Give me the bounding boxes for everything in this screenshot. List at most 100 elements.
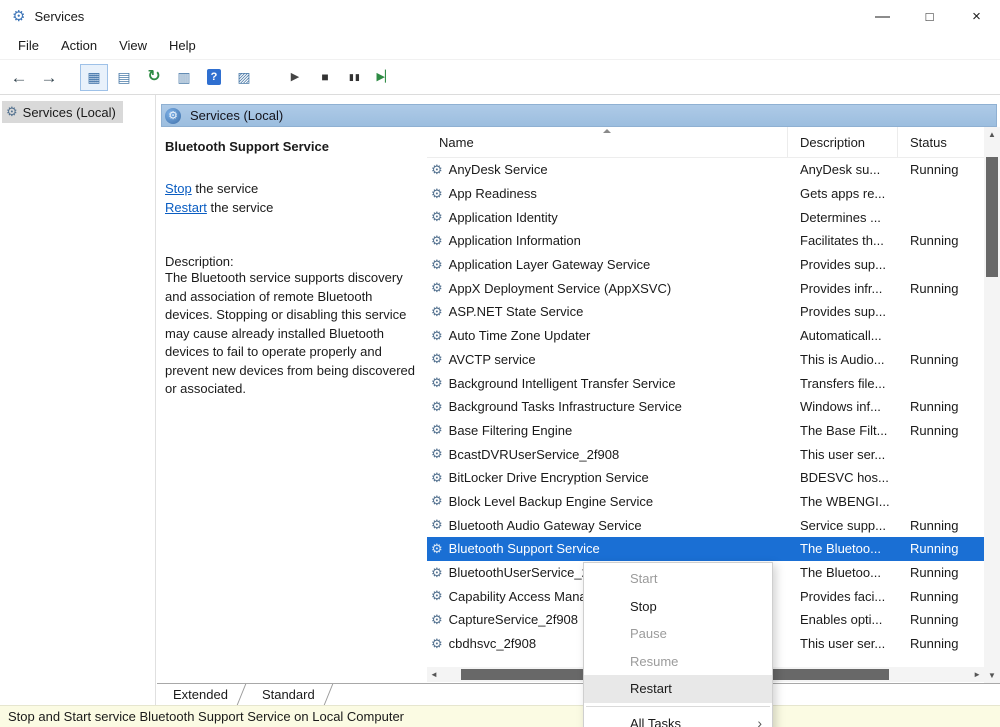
show-console-tree-icon: ▦: [87, 70, 100, 84]
menu-view[interactable]: View: [109, 34, 159, 57]
properties-button[interactable]: ▤: [110, 64, 138, 91]
table-row[interactable]: ⚙Block Level Backup Engine ServiceThe WB…: [427, 490, 984, 514]
extended-view-button[interactable]: ▨: [230, 64, 258, 91]
maximize-button[interactable]: □: [906, 0, 953, 32]
table-row[interactable]: ⚙Application InformationFacilitates th..…: [427, 229, 984, 253]
export-list-button[interactable]: ▥: [170, 64, 198, 91]
tab-strip: Extended Standard: [157, 683, 1000, 705]
table-row[interactable]: ⚙Base Filtering EngineThe Base Filt...Ru…: [427, 419, 984, 443]
service-description: BDESVC hos...: [788, 466, 898, 490]
restart-service-icon: ▶▏: [377, 72, 394, 83]
service-description: Transfers file...: [788, 371, 898, 395]
tab-extended[interactable]: Extended: [159, 684, 248, 705]
table-row[interactable]: ⚙BcastDVRUserService_2f908This user ser.…: [427, 442, 984, 466]
context-menu-item-stop[interactable]: Stop: [584, 593, 772, 621]
window-title: Services: [34, 9, 84, 24]
start-service-button[interactable]: ▶: [281, 64, 309, 91]
panel-header: ⚙ Services (Local): [161, 104, 997, 127]
table-row[interactable]: ⚙BitLocker Drive Encryption ServiceBDESV…: [427, 466, 984, 490]
service-description: The WBENGI...: [788, 490, 898, 514]
restart-service-button[interactable]: ▶▏: [371, 64, 399, 91]
service-name: Bluetooth Audio Gateway Service: [449, 518, 642, 533]
table-row[interactable]: ⚙App ReadinessGets apps re...: [427, 182, 984, 206]
menu-file[interactable]: File: [8, 34, 51, 57]
close-button[interactable]: ×: [953, 0, 1000, 32]
table-row[interactable]: ⚙Background Intelligent Transfer Service…: [427, 371, 984, 395]
vertical-scrollbar[interactable]: ▲ ▼: [984, 127, 1000, 683]
tab-label: Extended: [173, 687, 228, 702]
service-description: Enables opti...: [788, 608, 898, 632]
column-header-status[interactable]: Status: [898, 127, 984, 157]
back-button[interactable]: ←: [5, 64, 33, 91]
table-row[interactable]: ⚙Auto Time Zone UpdaterAutomaticall...: [427, 324, 984, 348]
service-name-cell: ⚙AnyDesk Service: [427, 158, 788, 182]
statusbar: Stop and Start service Bluetooth Support…: [0, 705, 1000, 727]
tab-standard[interactable]: Standard: [248, 684, 335, 705]
service-name: cbdhsvc_2f908: [449, 636, 536, 651]
service-gear-icon: ⚙: [431, 636, 443, 652]
table-row[interactable]: ⚙AppX Deployment Service (AppXSVC)Provid…: [427, 276, 984, 300]
menu-separator: [586, 706, 770, 707]
show-console-tree-button[interactable]: ▦: [80, 64, 108, 91]
start-service-icon: ▶: [291, 72, 299, 83]
service-gear-icon: ⚙: [431, 257, 443, 273]
refresh-button[interactable]: ↻: [140, 64, 168, 91]
service-status: [898, 442, 984, 466]
service-name-cell: ⚙Application Layer Gateway Service: [427, 253, 788, 277]
table-row[interactable]: ⚙AnyDesk ServiceAnyDesk su...Running: [427, 158, 984, 182]
service-gear-icon: ⚙: [431, 328, 443, 344]
table-row[interactable]: ⚙Background Tasks Infrastructure Service…: [427, 395, 984, 419]
service-links: Stop the service Restart the service: [165, 179, 419, 217]
service-status: Running: [898, 513, 984, 537]
service-gear-icon: ⚙: [431, 280, 443, 296]
service-gear-icon: ⚙: [431, 304, 443, 320]
service-name-cell: ⚙BcastDVRUserService_2f908: [427, 442, 788, 466]
tree-item-services-local[interactable]: ⚙ Services (Local): [2, 101, 123, 123]
vertical-scrollbar-thumb[interactable]: [986, 157, 998, 277]
service-status: [898, 324, 984, 348]
help-button[interactable]: ?: [200, 64, 228, 91]
service-status: Running: [898, 537, 984, 561]
table-row[interactable]: ⚙ASP.NET State ServiceProvides sup...: [427, 300, 984, 324]
forward-button[interactable]: →: [35, 64, 63, 91]
context-menu-item-restart[interactable]: Restart: [584, 675, 772, 703]
column-header-name[interactable]: Name: [427, 127, 788, 157]
menu-help[interactable]: Help: [159, 34, 208, 57]
scroll-right-icon[interactable]: ►: [973, 670, 981, 679]
service-name-cell: ⚙ Auto Time Zone Updater: [427, 324, 788, 348]
minimize-button[interactable]: —: [859, 0, 906, 32]
service-status: [898, 253, 984, 277]
table-row[interactable]: ⚙Bluetooth Audio Gateway ServiceService …: [427, 513, 984, 537]
service-gear-icon: ⚙: [431, 612, 443, 628]
service-name-cell: ⚙Bluetooth Audio Gateway Service: [427, 513, 788, 537]
service-status: [898, 371, 984, 395]
app-icon: ⚙: [12, 7, 25, 25]
service-name: App Readiness: [449, 186, 537, 201]
table-row[interactable]: ⚙Application IdentityDetermines ...: [427, 205, 984, 229]
service-gear-icon: ⚙: [431, 565, 443, 581]
stop-service-link[interactable]: Stop: [165, 181, 192, 196]
menu-action[interactable]: Action: [51, 34, 109, 57]
context-menu-item-resume: Resume: [584, 648, 772, 676]
service-status: Running: [898, 561, 984, 585]
service-name-cell: ⚙AVCTP service: [427, 348, 788, 372]
service-name: BitLocker Drive Encryption Service: [449, 470, 649, 485]
scroll-down-icon[interactable]: ▼: [984, 671, 1000, 680]
table-row[interactable]: ⚙Bluetooth Support ServiceThe Bluetoo...…: [427, 537, 984, 561]
column-header-description[interactable]: Description: [788, 127, 898, 157]
service-name-cell: ⚙Block Level Backup Engine Service: [427, 490, 788, 514]
scroll-left-icon[interactable]: ◄: [430, 670, 438, 679]
service-name: CaptureService_2f908: [449, 612, 578, 627]
scroll-up-icon[interactable]: ▲: [984, 130, 1000, 139]
service-gear-icon: ⚙: [431, 541, 443, 557]
table-row[interactable]: ⚙Application Layer Gateway ServiceProvid…: [427, 253, 984, 277]
stop-service-button[interactable]: ■: [311, 64, 339, 91]
table-row[interactable]: ⚙AVCTP serviceThis is Audio...Running: [427, 348, 984, 372]
selected-service-title: Bluetooth Support Service: [165, 139, 419, 154]
service-name: Auto Time Zone Updater: [449, 328, 591, 343]
refresh-icon: ↻: [147, 69, 160, 85]
context-menu-item-all-tasks[interactable]: All Tasks›: [584, 710, 772, 727]
pause-service-button[interactable]: ▮▮: [341, 64, 369, 91]
service-gear-icon: ⚙: [431, 588, 443, 604]
restart-service-link[interactable]: Restart: [165, 200, 207, 215]
